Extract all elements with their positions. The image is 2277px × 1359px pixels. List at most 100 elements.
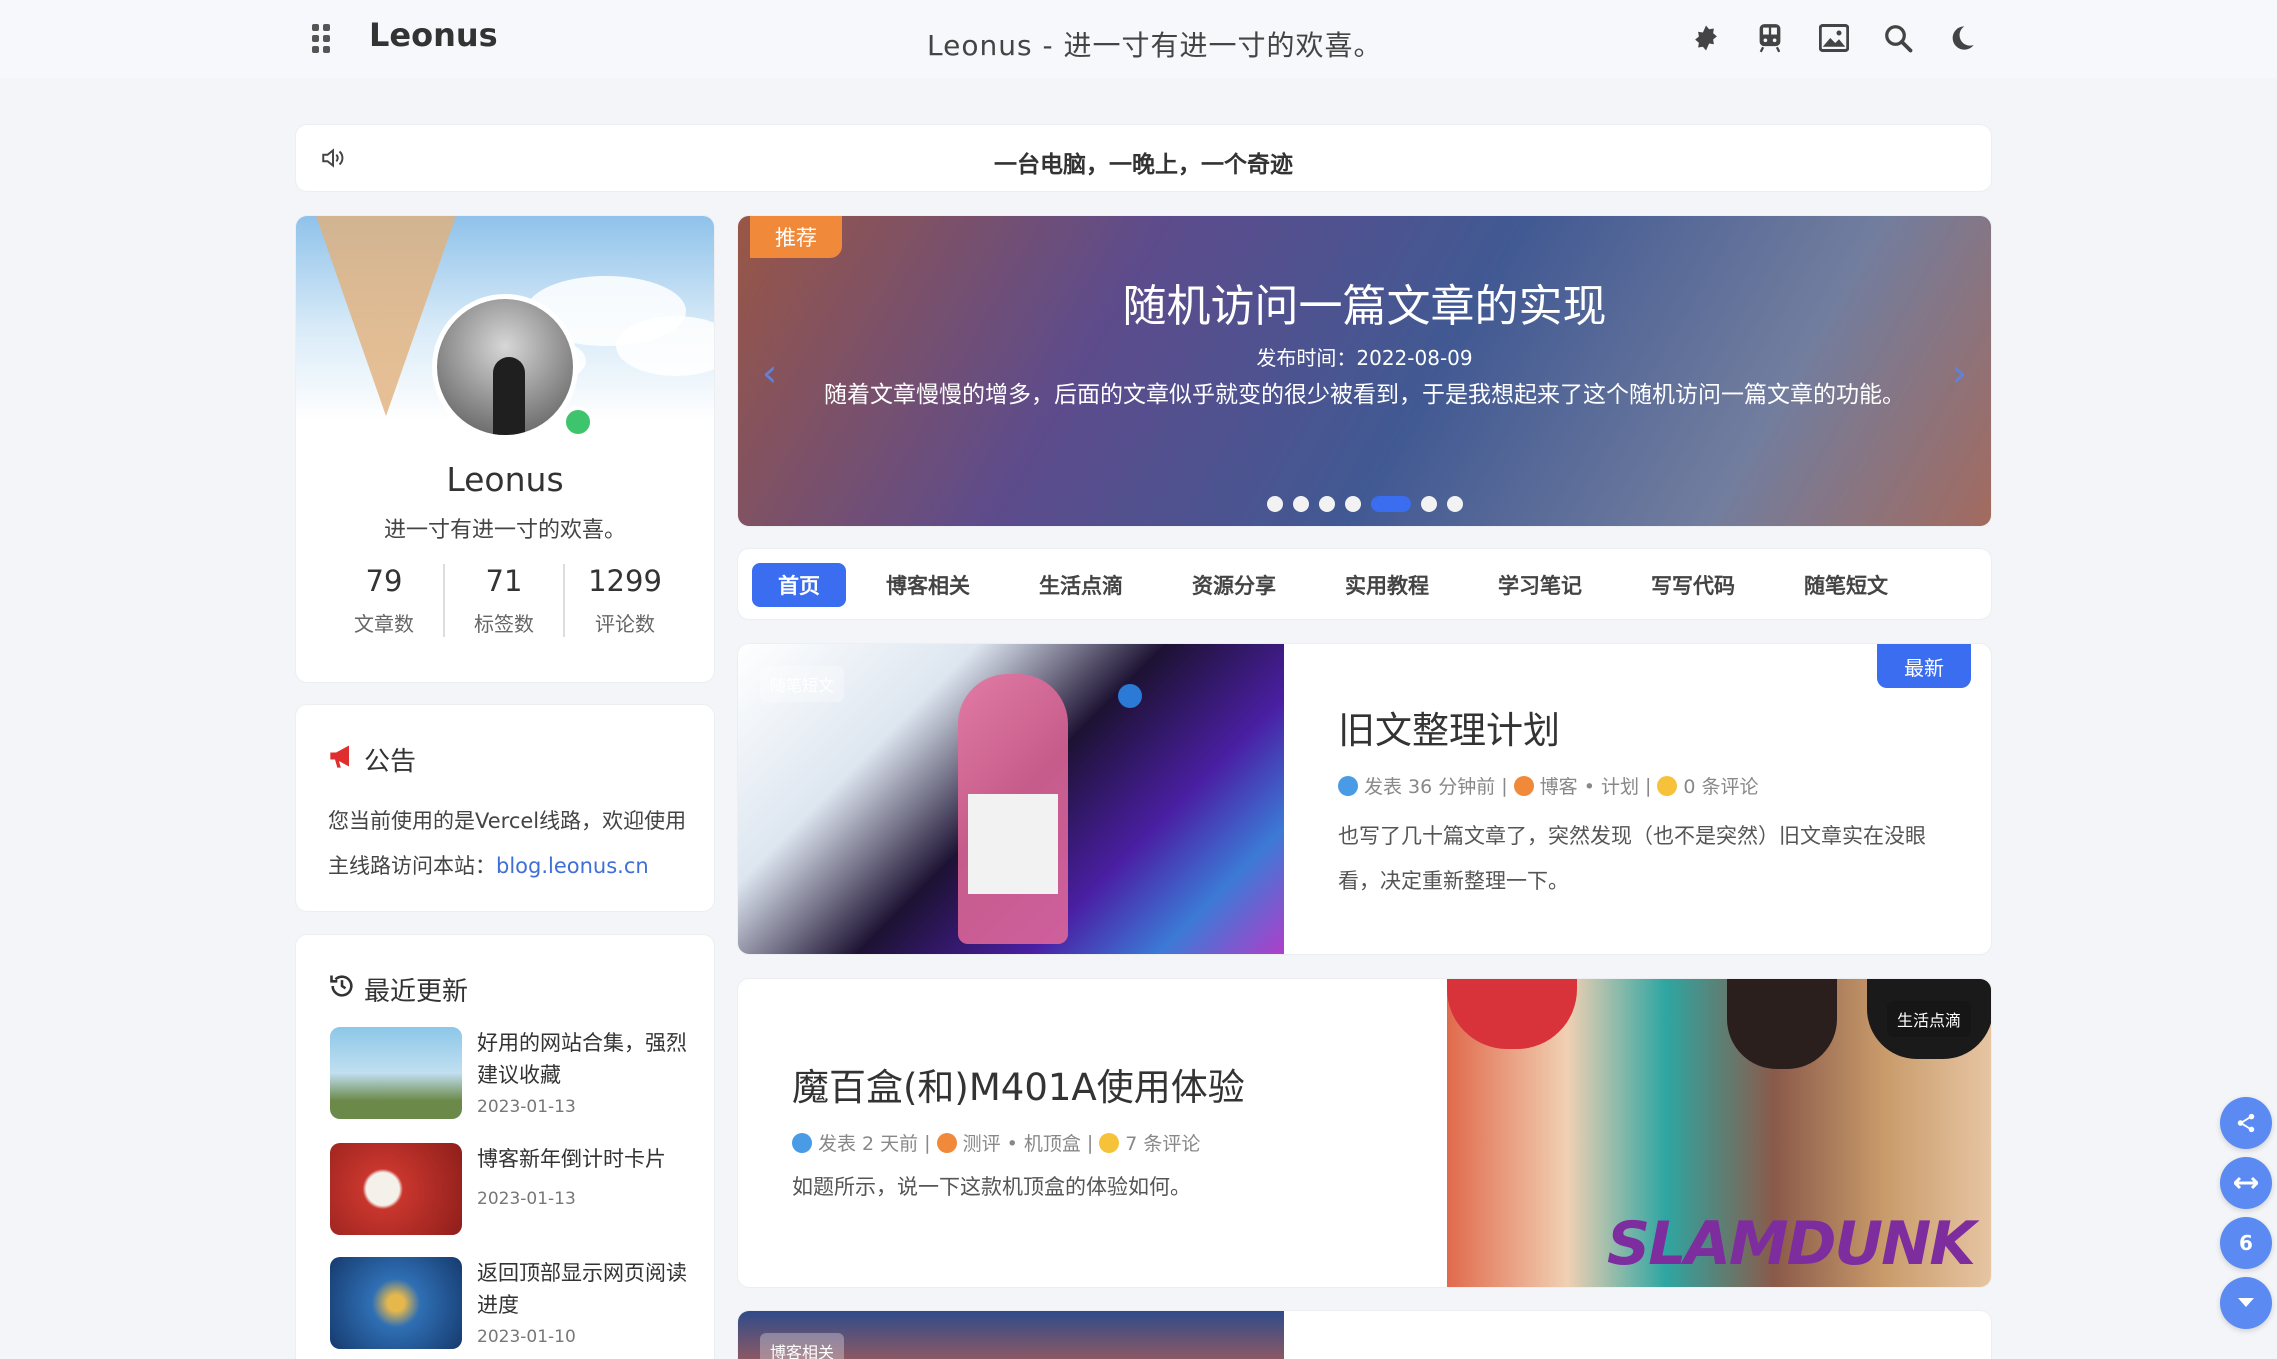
search-icon[interactable] [1882, 20, 1914, 56]
category-tabs: 首页 博客相关 生活点滴 资源分享 实用教程 学习笔记 写写代码 随笔短文 [737, 548, 1992, 620]
tab-6[interactable]: 写写代码 [1635, 563, 1751, 607]
announcement-body: 您当前使用的是Vercel线路，欢迎使用主线路访问本站：blog.leonus.… [328, 799, 688, 889]
profile-motto: 进一寸有进一寸的欢喜。 [383, 518, 626, 543]
stat-label: 标签数 [474, 612, 534, 636]
recent-item[interactable]: 博客新年倒计时卡片 2023-01-13 [330, 1143, 690, 1239]
recent-updates-card: 最近更新 好用的网站合集，强烈建议收藏 2023-01-13 博客新年倒计时卡片… [295, 934, 715, 1359]
tab-3[interactable]: 资源分享 [1176, 563, 1292, 607]
comment-icon [1099, 1132, 1120, 1153]
recent-item-date: 2023-01-10 [477, 1327, 576, 1347]
post-excerpt: 如题所示，说一下这款机顶盒的体验如何。 [792, 1175, 1191, 1199]
carousel-dot[interactable] [1344, 496, 1361, 512]
tab-0[interactable]: 首页 [752, 563, 846, 607]
tab-5[interactable]: 学习笔记 [1482, 563, 1598, 607]
stat-label: 评论数 [595, 612, 655, 636]
post-category-tag[interactable]: 博客相关 [760, 1333, 845, 1359]
image-icon[interactable] [1818, 20, 1850, 56]
carousel-dot[interactable] [1292, 496, 1309, 512]
recent-item-date: 2023-01-13 [477, 1189, 576, 1209]
post-category-tag[interactable]: 随笔短文 [760, 666, 845, 702]
post-time: 发表 36 分钟前 [1364, 776, 1496, 798]
recent-item-title[interactable]: 好用的网站合集，强烈建议收藏 [477, 1027, 687, 1091]
post-cover-text: SLAMDUNK [1607, 1209, 1976, 1279]
stat-comments[interactable]: 1299 评论数 [565, 564, 685, 637]
recent-heading: 最近更新 [328, 971, 468, 1008]
post-time: 发表 2 天前 [818, 1133, 919, 1155]
post-excerpt: 也写了几十篇文章了，突然发现（也不是突然）旧文章实在没眼看，决定重新整理一下。 [1338, 824, 1926, 893]
carousel-pagination [738, 496, 1991, 512]
carousel-dot[interactable] [1420, 496, 1437, 512]
carousel-dot[interactable] [1266, 496, 1283, 512]
notice-text[interactable]: 一台电脑，一晚上，一个奇迹 [296, 145, 1991, 179]
stat-articles[interactable]: 79 文章数 [325, 564, 445, 637]
recent-thumbnail[interactable] [330, 1257, 462, 1349]
megaphone-icon [328, 743, 356, 776]
carousel-title[interactable]: 随机访问一篇文章的实现 [738, 270, 1991, 334]
toggle-width-button[interactable] [2220, 1157, 2272, 1209]
share-button[interactable] [2220, 1097, 2272, 1149]
scroll-down-button[interactable] [2220, 1277, 2272, 1329]
recent-title: 最近更新 [364, 977, 469, 1007]
announcement-card: 公告 您当前使用的是Vercel线路，欢迎使用主线路访问本站：blog.leon… [295, 704, 715, 912]
recent-item[interactable]: 返回顶部显示网页阅读进度 2023-01-10 [330, 1257, 690, 1353]
post-comments[interactable]: 0 条评论 [1683, 772, 1758, 799]
site-logo[interactable]: Leonus [369, 16, 498, 54]
carousel-dot[interactable] [1446, 496, 1463, 512]
tab-7[interactable]: 随笔短文 [1788, 563, 1904, 607]
profile-stats: 79 文章数 71 标签数 1299 评论数 [296, 564, 714, 637]
recommend-tag: 推荐 [750, 216, 842, 258]
chevron-right-icon[interactable]: › [1952, 351, 1967, 395]
announcement-heading: 公告 [328, 741, 416, 778]
post-comments[interactable]: 7 条评论 [1125, 1129, 1200, 1156]
comment-icon [1657, 775, 1678, 796]
recent-item-title[interactable]: 返回顶部显示网页阅读进度 [477, 1257, 687, 1321]
carousel-dot[interactable] [1370, 496, 1411, 512]
stat-value: 71 [485, 564, 523, 598]
apps-grid-icon[interactable] [312, 24, 342, 54]
stat-tags[interactable]: 71 标签数 [445, 564, 565, 637]
announcement-title: 公告 [364, 747, 417, 777]
chevron-left-icon[interactable]: ‹ [762, 351, 777, 395]
reading-progress-button[interactable]: 6 [2220, 1217, 2272, 1269]
train-icon[interactable] [1754, 20, 1786, 56]
featured-carousel[interactable]: 推荐 随机访问一篇文章的实现 发布时间：2022-08-09 随着文章慢慢的增多… [737, 215, 1992, 527]
tab-2[interactable]: 生活点滴 [1023, 563, 1139, 607]
stat-label: 文章数 [354, 612, 414, 636]
site-title: Leonus - 进一寸有进一寸的欢喜。 [927, 29, 1383, 62]
clock-icon [792, 1132, 812, 1153]
tab-4[interactable]: 实用教程 [1329, 563, 1445, 607]
clock-icon [1338, 775, 1358, 796]
carousel-description: 随着文章慢慢的增多，后面的文章似乎就变的很少被看到，于是我想起来了这个随机访问一… [824, 382, 1905, 408]
carousel-dot[interactable] [1318, 496, 1335, 512]
post-card[interactable]: 随笔短文 最新 旧文整理计划 发表 36 分钟前 | 博客 • 计划 | 0 条… [737, 643, 1992, 955]
expand-horizontal-icon [2234, 1176, 2258, 1190]
header-icon-group [1690, 20, 1978, 56]
profile-card: Leonus 进一寸有进一寸的欢喜。 79 文章数 71 标签数 1299 评论… [295, 215, 715, 683]
post-tags[interactable]: 博客 • 计划 [1540, 772, 1639, 799]
newest-badge: 最新 [1877, 644, 1971, 688]
recent-item[interactable]: 好用的网站合集，强烈建议收藏 2023-01-13 [330, 1027, 690, 1123]
moon-icon[interactable] [1946, 20, 1978, 56]
post-card[interactable]: 博客相关 [737, 1310, 1992, 1359]
recent-thumbnail[interactable] [330, 1027, 462, 1119]
recent-item-title[interactable]: 博客新年倒计时卡片 [477, 1143, 687, 1175]
top-nav: Leonus Leonus - 进一寸有进一寸的欢喜。 [0, 0, 2277, 78]
post-tags[interactable]: 测评 • 机顶盒 [963, 1129, 1081, 1156]
caret-down-icon [2238, 1298, 2254, 1307]
puzzle-icon[interactable] [1690, 20, 1722, 56]
profile-name: Leonus [446, 460, 564, 499]
stat-value: 79 [365, 564, 403, 598]
post-category-tag[interactable]: 生活点滴 [1886, 1001, 1971, 1037]
post-title[interactable]: 魔百盒(和)M401A使用体验 [792, 1057, 1245, 1111]
notice-bar: 一台电脑，一晚上，一个奇迹 [295, 124, 1992, 192]
tag-icon [936, 1132, 957, 1153]
carousel-date: 发布时间：2022-08-09 [1256, 346, 1473, 370]
post-meta: 发表 2 天前 | 测评 • 机顶盒 | 7 条评论 [792, 1129, 1200, 1156]
post-title[interactable]: 旧文整理计划 [1338, 700, 1560, 754]
announcement-link[interactable]: blog.leonus.cn [496, 854, 649, 878]
recent-thumbnail[interactable] [330, 1143, 462, 1235]
post-card[interactable]: 魔百盒(和)M401A使用体验 发表 2 天前 | 测评 • 机顶盒 | 7 条… [737, 978, 1992, 1288]
tab-1[interactable]: 博客相关 [870, 563, 986, 607]
avatar[interactable] [432, 294, 578, 440]
tag-icon [1513, 775, 1534, 796]
